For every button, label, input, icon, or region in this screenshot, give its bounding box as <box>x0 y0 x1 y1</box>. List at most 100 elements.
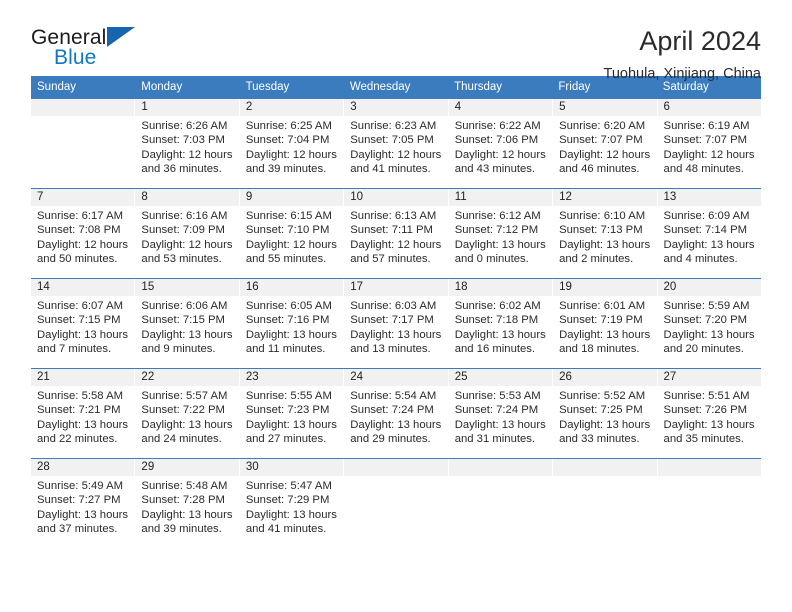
daylight-line-2: and 39 minutes. <box>245 163 327 176</box>
daylight-line-1: Daylight: 13 hours <box>141 328 233 341</box>
general-blue-logo[interactable]: General Blue <box>31 26 151 72</box>
calendar-week-row: 21 22 23 24 25 26 27 Sunrise: 5:58 AM Su… <box>31 368 761 458</box>
sunset-line: Sunset: 7:28 PM <box>141 494 225 507</box>
sunset-line: Sunset: 7:07 PM <box>559 134 643 147</box>
sunset-line: Sunset: 7:08 PM <box>37 224 121 237</box>
day-number[interactable]: 25 <box>447 369 552 386</box>
day-number[interactable]: 3 <box>343 99 447 116</box>
sunrise-line: Sunrise: 6:12 AM <box>454 210 541 222</box>
calendar-grid: Sunday Monday Tuesday Wednesday Thursday… <box>31 76 761 548</box>
day-number[interactable]: 15 <box>134 279 238 296</box>
day-number[interactable]: 30 <box>238 459 343 476</box>
day-cell: Sunrise: 6:09 AM Sunset: 7:14 PM Dayligh… <box>656 206 761 278</box>
weekday-header-saturday: Saturday <box>662 81 709 93</box>
daylight-line-1: Daylight: 13 hours <box>663 328 755 341</box>
calendar-week-row: 28 29 30 Sunrise: 5:49 AM Sunset: 7:27 P… <box>31 458 761 548</box>
daylight-line-2: and 48 minutes. <box>663 163 744 176</box>
day-cell: Sunrise: 6:01 AM Sunset: 7:19 PM Dayligh… <box>552 296 656 368</box>
day-number[interactable]: 29 <box>134 459 238 476</box>
sunset-line: Sunset: 7:24 PM <box>350 404 434 417</box>
day-number[interactable] <box>552 459 656 476</box>
day-number[interactable]: 24 <box>343 369 447 386</box>
day-cell: Sunrise: 6:02 AM Sunset: 7:18 PM Dayligh… <box>447 296 552 368</box>
day-number[interactable]: 19 <box>552 279 656 296</box>
day-number[interactable]: 27 <box>656 369 761 386</box>
sunrise-line: Sunrise: 6:06 AM <box>141 300 228 312</box>
day-number[interactable]: 6 <box>656 99 761 116</box>
daylight-line-1: Daylight: 12 hours <box>350 148 442 161</box>
day-number-band: 21 22 23 24 25 26 27 <box>31 369 761 386</box>
daylight-line-2: and 20 minutes. <box>663 343 744 356</box>
day-cell: Sunrise: 6:16 AM Sunset: 7:09 PM Dayligh… <box>134 206 238 278</box>
day-number[interactable] <box>447 459 552 476</box>
daylight-line-1: Daylight: 12 hours <box>559 148 651 161</box>
page-header: General Blue April 2024 Tuohula, Xinjian… <box>31 0 761 82</box>
daylight-line-2: and 31 minutes. <box>454 433 536 446</box>
daylight-line-2: and 53 minutes. <box>141 253 222 266</box>
triangle-flag-icon <box>107 27 135 47</box>
daylight-line-1: Daylight: 12 hours <box>454 148 546 161</box>
daylight-line-1: Daylight: 13 hours <box>454 238 546 251</box>
sunset-line: Sunset: 7:21 PM <box>37 404 121 417</box>
day-number[interactable]: 16 <box>238 279 343 296</box>
day-cell: Sunrise: 6:15 AM Sunset: 7:10 PM Dayligh… <box>238 206 343 278</box>
day-number[interactable]: 26 <box>552 369 656 386</box>
sunset-line: Sunset: 7:05 PM <box>350 134 434 147</box>
day-number[interactable]: 14 <box>31 279 134 296</box>
day-number[interactable]: 20 <box>656 279 761 296</box>
sunrise-line: Sunrise: 6:03 AM <box>350 300 437 312</box>
sunset-line: Sunset: 7:19 PM <box>559 314 643 327</box>
day-number[interactable]: 28 <box>31 459 134 476</box>
day-number[interactable]: 22 <box>134 369 238 386</box>
day-number[interactable]: 9 <box>238 189 343 206</box>
sunrise-line: Sunrise: 6:25 AM <box>245 120 332 132</box>
day-number[interactable]: 12 <box>552 189 656 206</box>
daylight-line-1: Daylight: 13 hours <box>350 328 442 341</box>
day-number[interactable] <box>656 459 761 476</box>
day-number[interactable]: 4 <box>447 99 552 116</box>
day-number[interactable]: 5 <box>552 99 656 116</box>
day-detail-band: Sunrise: 6:26 AM Sunset: 7:03 PM Dayligh… <box>31 116 761 188</box>
day-number[interactable]: 8 <box>134 189 238 206</box>
daylight-line-2: and 57 minutes. <box>350 253 431 266</box>
day-number[interactable] <box>343 459 447 476</box>
day-number[interactable]: 2 <box>238 99 343 116</box>
daylight-line-1: Daylight: 13 hours <box>37 418 129 431</box>
daylight-line-2: and 35 minutes. <box>663 433 744 446</box>
day-number[interactable]: 17 <box>343 279 447 296</box>
day-cell: Sunrise: 5:49 AM Sunset: 7:27 PM Dayligh… <box>31 476 134 548</box>
sunrise-line: Sunrise: 6:07 AM <box>37 300 124 312</box>
daylight-line-1: Daylight: 13 hours <box>245 328 337 341</box>
day-number[interactable]: 11 <box>447 189 552 206</box>
sunrise-line: Sunrise: 6:16 AM <box>141 210 228 222</box>
day-number[interactable]: 21 <box>31 369 134 386</box>
daylight-line-2: and 29 minutes. <box>350 433 431 446</box>
daylight-line-2: and 39 minutes. <box>141 523 222 536</box>
sunset-line: Sunset: 7:20 PM <box>663 314 748 327</box>
day-number[interactable]: 7 <box>31 189 134 206</box>
day-number[interactable]: 23 <box>238 369 343 386</box>
day-number-band: 7 8 9 10 11 12 13 <box>31 189 761 206</box>
day-number[interactable]: 1 <box>134 99 238 116</box>
day-number[interactable]: 10 <box>343 189 447 206</box>
daylight-line-2: and 50 minutes. <box>37 253 118 266</box>
daylight-line-2: and 2 minutes. <box>559 253 634 266</box>
day-number[interactable]: 18 <box>447 279 552 296</box>
daylight-line-1: Daylight: 13 hours <box>37 328 129 341</box>
title-block: April 2024 Tuohula, Xinjiang, China <box>604 26 761 83</box>
day-number[interactable] <box>31 99 134 116</box>
sunset-line: Sunset: 7:27 PM <box>37 494 121 507</box>
day-cell: Sunrise: 6:05 AM Sunset: 7:16 PM Dayligh… <box>238 296 343 368</box>
daylight-line-1: Daylight: 13 hours <box>454 418 546 431</box>
sunset-line: Sunset: 7:15 PM <box>37 314 121 327</box>
sunrise-line: Sunrise: 6:10 AM <box>559 210 646 222</box>
daylight-line-1: Daylight: 12 hours <box>245 148 337 161</box>
sunrise-line: Sunrise: 6:26 AM <box>141 120 228 132</box>
daylight-line-1: Daylight: 13 hours <box>141 418 233 431</box>
daylight-line-2: and 4 minutes. <box>663 253 738 266</box>
day-number[interactable]: 13 <box>656 189 761 206</box>
daylight-line-2: and 33 minutes. <box>559 433 640 446</box>
daylight-line-1: Daylight: 13 hours <box>559 328 651 341</box>
daylight-line-1: Daylight: 12 hours <box>245 238 337 251</box>
daylight-line-1: Daylight: 13 hours <box>559 238 651 251</box>
